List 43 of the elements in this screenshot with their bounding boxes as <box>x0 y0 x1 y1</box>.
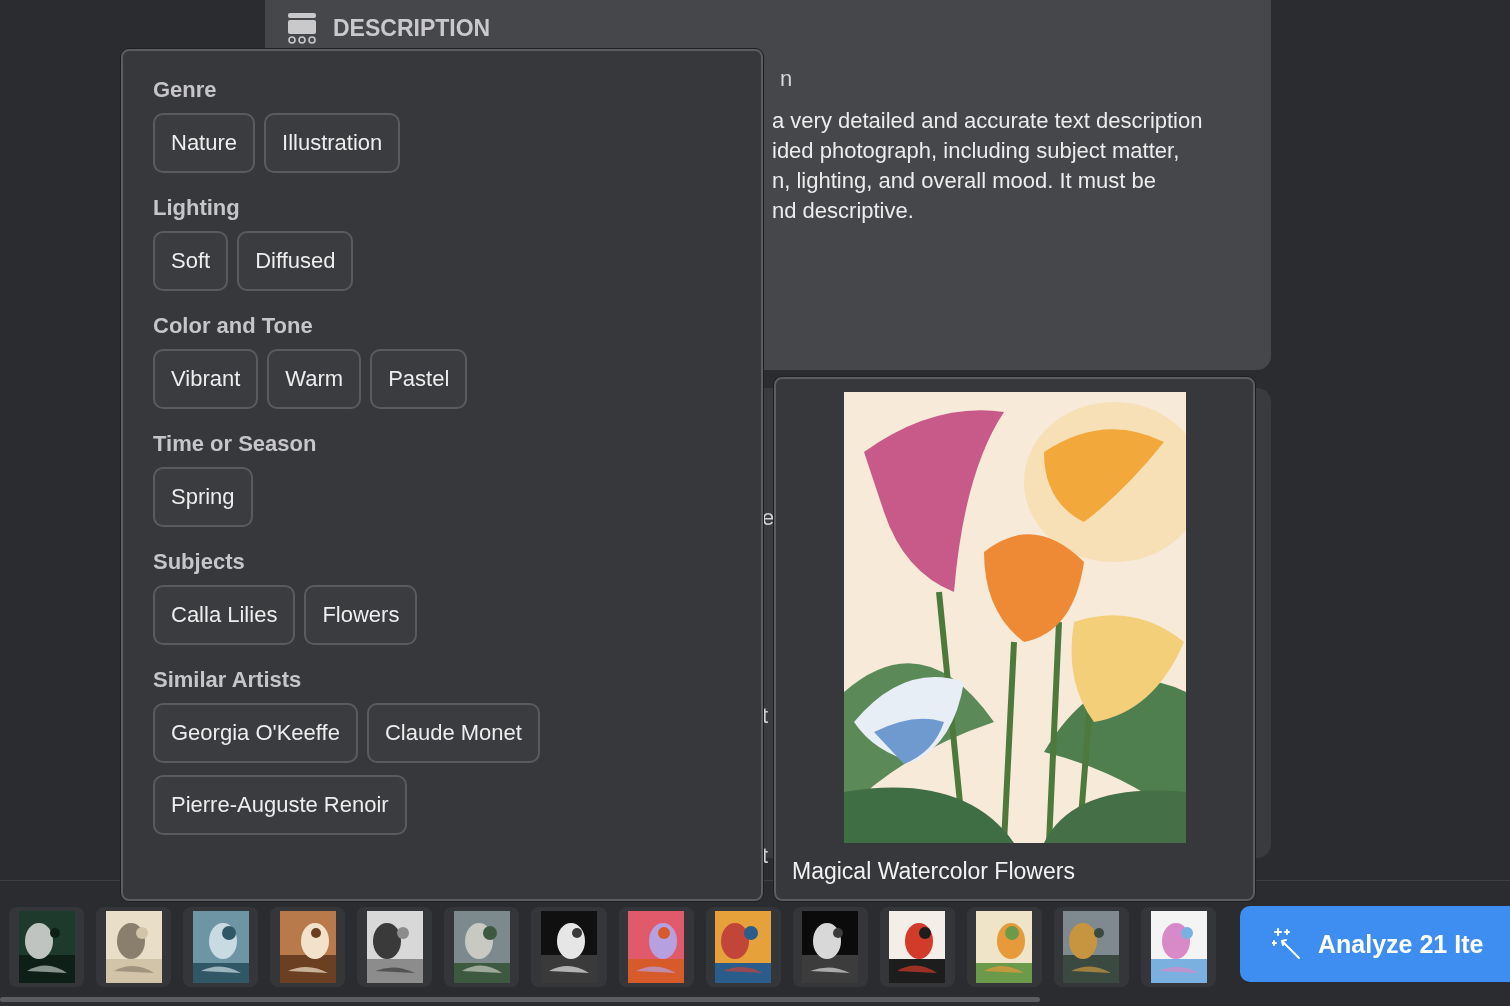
tag-chip[interactable]: Claude Monet <box>366 703 540 763</box>
tag-chip[interactable]: Pierre-Auguste Renoir <box>153 775 407 835</box>
tag-chip[interactable]: Georgia O'Keeffe <box>153 703 358 763</box>
tag-chip[interactable]: Flowers <box>304 585 418 645</box>
field-label: n <box>780 66 794 92</box>
thumbnail[interactable] <box>966 907 1042 987</box>
thumbnail[interactable] <box>531 907 607 987</box>
section-title: Genre <box>153 77 218 103</box>
section-title: DESCRIPTION <box>333 14 491 42</box>
tag-chip[interactable]: Illustration <box>264 113 401 173</box>
scrollbar[interactable] <box>0 997 1040 1002</box>
section-title: Similar Artists <box>153 667 303 693</box>
tag-chip[interactable]: Warm <box>267 349 362 409</box>
section-title: Lighting <box>153 195 241 221</box>
description-text: ided photograph, including subject matter, <box>772 137 1181 165</box>
thumbnail[interactable] <box>1141 907 1217 987</box>
tag-chip[interactable]: Soft <box>153 231 229 291</box>
tag-chip[interactable]: Vibrant <box>153 349 259 409</box>
tag-chip[interactable]: Calla Lilies <box>153 585 296 645</box>
thumbnail[interactable] <box>9 907 85 987</box>
image-caption: Magical Watercolor Flowers <box>792 858 1075 885</box>
thumbnail[interactable] <box>792 907 868 987</box>
thumbnail[interactable] <box>357 907 433 987</box>
layout-icon <box>287 12 317 44</box>
thumbnail[interactable] <box>618 907 694 987</box>
thumbnail[interactable] <box>705 907 781 987</box>
tag-chip[interactable]: Pastel <box>370 349 468 409</box>
thumbnail[interactable] <box>444 907 520 987</box>
description-text: nd descriptive. <box>772 197 915 225</box>
thumbnail[interactable] <box>879 907 955 987</box>
thumbnail[interactable] <box>96 907 172 987</box>
tag-chip[interactable]: Spring <box>153 467 253 527</box>
description-text: a very detailed and accurate text description <box>772 107 1204 135</box>
thumbnail[interactable] <box>183 907 259 987</box>
thumbnail[interactable] <box>1053 907 1129 987</box>
description-text: n, lighting, and overall mood. It must be <box>772 167 1157 195</box>
section-title: Time or Season <box>153 431 318 457</box>
tag-chip[interactable]: Diffused <box>237 231 354 291</box>
magic-wand-icon <box>1272 927 1302 961</box>
tag-chip[interactable]: Nature <box>153 113 256 173</box>
section-title: Subjects <box>153 549 246 575</box>
thumbnail[interactable] <box>270 907 346 987</box>
section-title: Color and Tone <box>153 313 314 339</box>
